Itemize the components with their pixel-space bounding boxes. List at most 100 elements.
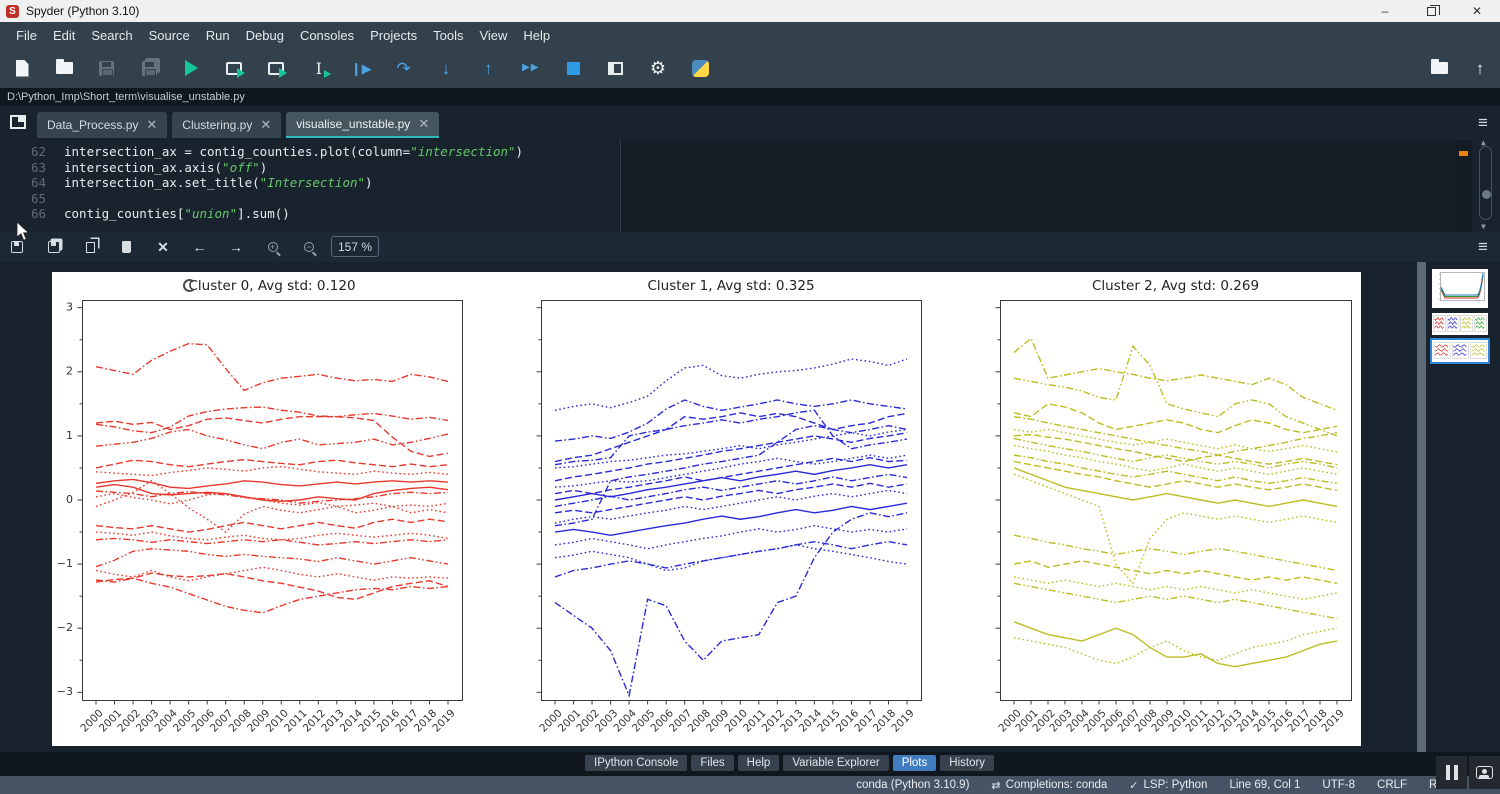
menu-run[interactable]: Run: [198, 25, 238, 46]
menu-projects[interactable]: Projects: [362, 25, 425, 46]
next-plot-button[interactable]: →: [223, 235, 249, 259]
debug-file-button[interactable]: ❙▶: [347, 54, 375, 82]
code-line-64[interactable]: 64intersection_ax.set_title("Intersectio…: [0, 175, 373, 191]
code-editor[interactable]: ▲ ▼ 62intersection_ax = contig_counties.…: [0, 140, 1500, 232]
menu-source[interactable]: Source: [141, 25, 198, 46]
menu-file[interactable]: File: [8, 25, 45, 46]
run-cell-advance-button[interactable]: [262, 54, 290, 82]
menu-help[interactable]: Help: [515, 25, 558, 46]
zoom-out-button[interactable]: −: [296, 235, 322, 259]
python-path-manager-button[interactable]: [686, 54, 714, 82]
debug-file-icon: ❙▶: [351, 62, 372, 75]
menu-debug[interactable]: Debug: [238, 25, 292, 46]
save-button[interactable]: [93, 54, 121, 82]
remove-all-plots-button[interactable]: ✕: [150, 235, 176, 259]
menu-edit[interactable]: Edit: [45, 25, 83, 46]
plots-pane-toolbar: 157 % ≡ ✕←→+−: [0, 232, 1500, 262]
continue-button[interactable]: ▶▶: [517, 54, 545, 82]
close-icon[interactable]: ✕: [146, 117, 157, 133]
tab-label: visualise_unstable.py: [296, 117, 410, 131]
file-path-bar: D:\Python_Imp\Short_term\visualise_unsta…: [0, 88, 1500, 106]
parent-directory-button[interactable]: ↑: [1466, 54, 1494, 82]
editor-options-menu-icon[interactable]: ≡: [1478, 113, 1488, 133]
run-file-icon: [185, 60, 198, 76]
plots-splitter-handle[interactable]: [1417, 262, 1426, 752]
title-bar: S Spyder (Python 3.10) – ✕: [0, 0, 1500, 22]
pane-tab-files[interactable]: Files: [691, 755, 733, 771]
check-icon: ✓: [1129, 779, 1138, 792]
open-file-button[interactable]: [50, 54, 78, 82]
run-file-button[interactable]: [178, 54, 206, 82]
file-path: D:\Python_Imp\Short_term\visualise_unsta…: [0, 91, 245, 103]
completions-status[interactable]: ⇄ Completions: conda: [991, 779, 1107, 792]
folder-icon: [1431, 62, 1448, 74]
pane-tab-help[interactable]: Help: [738, 755, 780, 771]
save-all-plots-button[interactable]: [41, 235, 67, 259]
line-number: 63: [0, 160, 46, 176]
editor-tab-clustering-py[interactable]: Clustering.py✕: [172, 112, 281, 138]
lsp-status[interactable]: ✓ LSP: Python: [1129, 779, 1207, 792]
browse-working-directory-button[interactable]: [1425, 54, 1453, 82]
editor-tab-data_process-py[interactable]: Data_Process.py✕: [37, 112, 167, 138]
run-selection-icon: I: [316, 59, 322, 78]
copy-plot-button[interactable]: [77, 235, 103, 259]
menu-tools[interactable]: Tools: [425, 25, 471, 46]
editor-scrollbar[interactable]: ▲ ▼: [1477, 140, 1495, 232]
spyder-window: S Spyder (Python 3.10) – ✕ FileEditSearc…: [0, 0, 1500, 794]
minimize-button[interactable]: –: [1362, 0, 1408, 22]
step-return-button[interactable]: ↑: [474, 54, 502, 82]
busy-cursor: [183, 279, 196, 292]
run-selection-button[interactable]: I: [305, 54, 333, 82]
remove-plot-button[interactable]: [114, 235, 140, 259]
close-icon[interactable]: ✕: [260, 117, 271, 133]
pane-tab-bar: IPython ConsoleFiles HelpVariable Explore…: [0, 752, 1500, 776]
save-all-icon: [142, 61, 157, 76]
pane-tab-history[interactable]: History: [940, 755, 994, 771]
stop-button[interactable]: [559, 54, 587, 82]
step-into-button[interactable]: ↓: [432, 54, 460, 82]
line-text: intersection_ax.set_title("Intersection"…: [46, 175, 373, 191]
maximize-pane-button[interactable]: [602, 54, 630, 82]
remove-all-plots-icon: ✕: [157, 239, 169, 256]
previous-plot-button[interactable]: ←: [187, 235, 213, 259]
arrow-up-icon: ↑: [1476, 60, 1485, 77]
menu-search[interactable]: Search: [83, 25, 140, 46]
restore-button[interactable]: [1408, 0, 1454, 22]
close-icon[interactable]: ✕: [418, 116, 429, 132]
new-file-button[interactable]: [8, 54, 36, 82]
scrollbar-track[interactable]: [1479, 146, 1492, 220]
scroll-down-icon[interactable]: ▼: [1481, 222, 1486, 231]
code-line-65[interactable]: 65: [0, 191, 64, 207]
screenshot-button[interactable]: [1469, 756, 1500, 789]
pane-tab-variable-explorer[interactable]: Variable Explorer: [783, 755, 888, 771]
editor-tab-visualise_unstable-py[interactable]: visualise_unstable.py ✕: [286, 112, 439, 138]
zoom-in-icon: +: [268, 242, 278, 252]
code-line-63[interactable]: 63intersection_ax.axis("off"): [0, 160, 267, 176]
interpreter-status[interactable]: conda (Python 3.10.9): [856, 779, 969, 791]
code-line-62[interactable]: 62intersection_ax = contig_counties.plot…: [0, 144, 523, 160]
pane-tab-plots[interactable]: Plots: [893, 755, 937, 771]
thumbnail-cluster-grid-3[interactable]: [1432, 340, 1488, 362]
pause-button[interactable]: [1436, 756, 1467, 789]
step-return-icon: ↑: [484, 60, 493, 77]
save-all-button[interactable]: [135, 54, 163, 82]
warning-flag[interactable]: [1459, 151, 1468, 156]
line-number: 64: [0, 175, 46, 191]
plots-options-menu-icon[interactable]: ≡: [1478, 237, 1488, 257]
run-cell-button[interactable]: [220, 54, 248, 82]
line-text: intersection_ax.axis("off"): [46, 160, 267, 176]
menu-consoles[interactable]: Consoles: [292, 25, 362, 46]
thumbnail-distribution-plot[interactable]: [1432, 269, 1488, 308]
close-button[interactable]: ✕: [1454, 0, 1500, 22]
line-number: 62: [0, 144, 46, 160]
browse-tabs-icon[interactable]: [10, 115, 26, 129]
menu-view[interactable]: View: [471, 25, 515, 46]
scrollbar-thumb[interactable]: [1482, 190, 1491, 199]
step-over-button[interactable]: ↷: [390, 54, 418, 82]
code-line-66[interactable]: 66contig_counties["union"].sum(): [0, 206, 290, 222]
thumbnail-cluster-grid-4[interactable]: [1432, 313, 1488, 335]
completions-icon: ⇄: [991, 779, 1000, 792]
zoom-in-button[interactable]: +: [260, 235, 286, 259]
pane-tab-ipython-console[interactable]: IPython Console: [585, 755, 687, 771]
preferences-wrench-button[interactable]: ⚙: [644, 54, 672, 82]
